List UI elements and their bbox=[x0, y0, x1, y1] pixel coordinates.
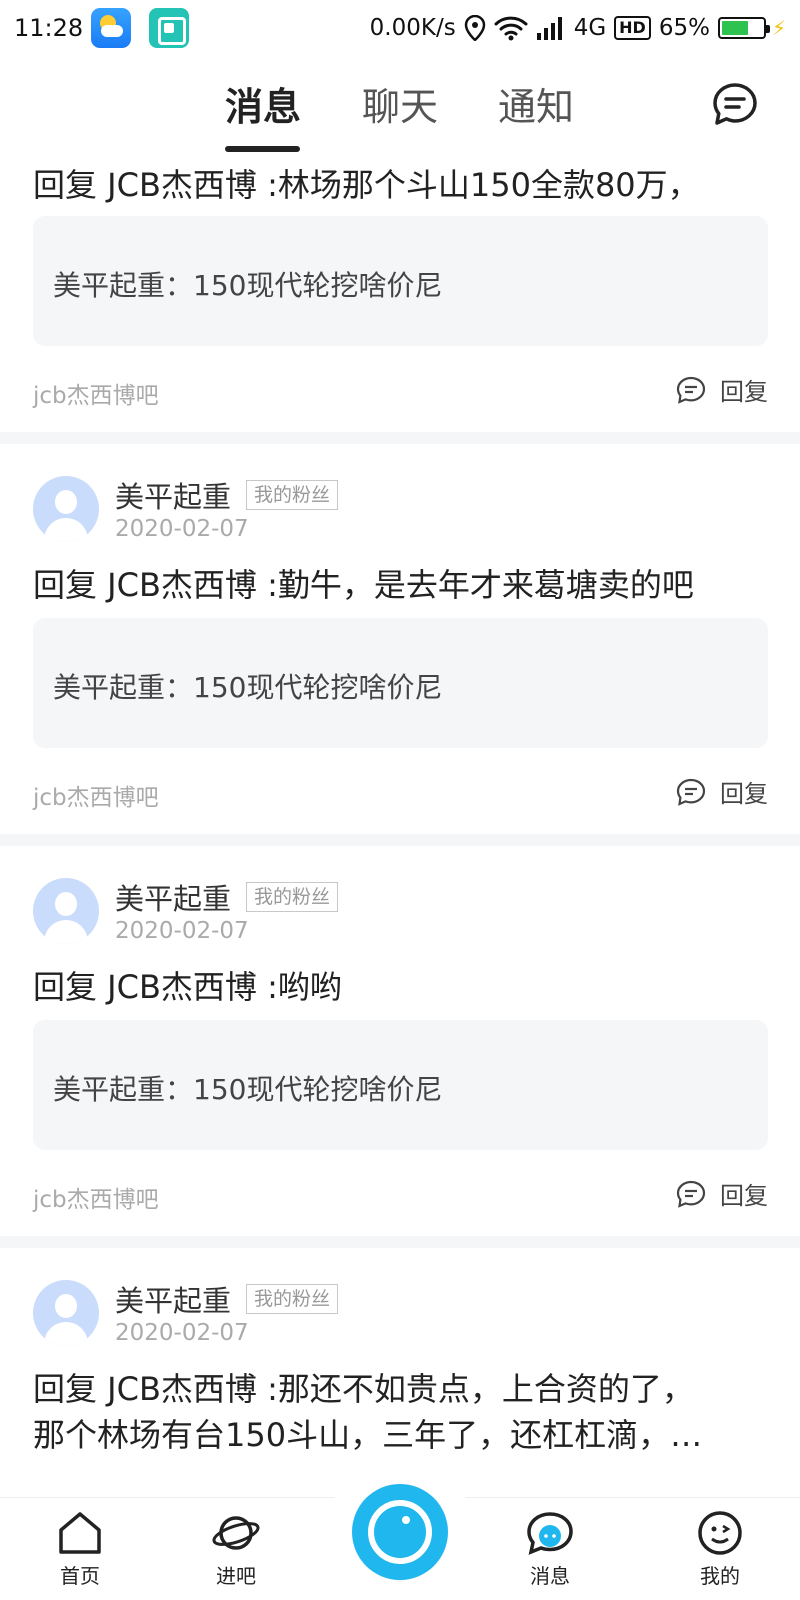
fan-badge: 我的粉丝 bbox=[246, 1284, 339, 1314]
quoted-post[interactable]: 美平起重：150现代轮挖啥价尼 bbox=[33, 216, 768, 346]
scan-app-icon bbox=[149, 8, 190, 48]
quoted-text: 美平起重：150现代轮挖啥价尼 bbox=[53, 671, 443, 704]
reply-button[interactable]: 回复 bbox=[676, 774, 768, 809]
reply-text: 回复 JCB杰西博 :林场那个斗山150全款80万， bbox=[33, 166, 700, 204]
nav-profile[interactable]: 我的 bbox=[670, 1510, 770, 1589]
comment-icon bbox=[676, 1180, 706, 1208]
forum-name[interactable]: jcb杰西博吧 bbox=[33, 376, 159, 410]
reply-card[interactable]: 回复 JCB杰西博 :林场那个斗山150全款80万， 美平起重：150现代轮挖啥… bbox=[0, 152, 800, 432]
reply-text: 回复 JCB杰西博 :哟哟 bbox=[33, 968, 342, 1006]
message-feed[interactable]: 回复 JCB杰西博 :林场那个斗山150全款80万， 美平起重：150现代轮挖啥… bbox=[0, 152, 800, 1497]
wink-face-icon bbox=[698, 1511, 742, 1555]
user-name[interactable]: 美平起重 bbox=[115, 876, 231, 918]
reply-label: 回复 bbox=[720, 1182, 768, 1210]
bottom-nav: 首页 进吧 消息 我的 bbox=[0, 1476, 800, 1600]
forum-name[interactable]: jcb杰西博吧 bbox=[33, 778, 159, 812]
fan-badge: 我的粉丝 bbox=[246, 882, 339, 912]
network-speed: 0.00K/s bbox=[369, 15, 456, 41]
reply-text-line-1: 回复 JCB杰西博 :那还不如贵点，上合资的了， bbox=[33, 1370, 694, 1408]
signal-icon bbox=[536, 17, 562, 40]
quoted-post[interactable]: 美平起重：150现代轮挖啥价尼 bbox=[33, 618, 768, 748]
charging-icon: ⚡ bbox=[771, 16, 786, 40]
planet-icon bbox=[212, 1516, 260, 1550]
tab-messages[interactable]: 消息 bbox=[225, 76, 301, 131]
reply-text: 回复 JCB杰西博 :勤牛，是去年才来葛塘卖的吧 bbox=[33, 566, 694, 604]
tab-notifications[interactable]: 通知 bbox=[498, 76, 574, 131]
network-type: 4G bbox=[573, 15, 607, 41]
reply-button[interactable]: 回复 bbox=[676, 1176, 768, 1211]
status-time: 11:28 bbox=[14, 14, 84, 42]
user-row[interactable]: 美平起重 我的粉丝 2020-02-07 bbox=[33, 474, 733, 544]
post-date: 2020-02-07 bbox=[115, 1320, 249, 1346]
quoted-text: 美平起重：150现代轮挖啥价尼 bbox=[53, 1073, 443, 1106]
chat-compose-icon[interactable] bbox=[712, 82, 758, 126]
comment-icon bbox=[676, 376, 706, 404]
fan-badge: 我的粉丝 bbox=[246, 480, 339, 510]
message-bubble-icon bbox=[527, 1512, 573, 1555]
battery-icon bbox=[717, 17, 770, 39]
reply-label: 回复 bbox=[720, 780, 768, 808]
quoted-post[interactable]: 美平起重：150现代轮挖啥价尼 bbox=[33, 1020, 768, 1150]
nav-home[interactable]: 首页 bbox=[30, 1510, 130, 1589]
user-row[interactable]: 美平起重 我的粉丝 2020-02-07 bbox=[33, 876, 733, 946]
reply-card[interactable]: 美平起重 我的粉丝 2020-02-07 回复 JCB杰西博 :那还不如贵点，上… bbox=[0, 1248, 800, 1497]
avatar[interactable] bbox=[33, 1280, 99, 1346]
forum-name[interactable]: jcb杰西博吧 bbox=[33, 1180, 159, 1214]
avatar[interactable] bbox=[33, 476, 99, 542]
status-indicators: 0.00K/s 4G HD 65% ⚡ bbox=[370, 15, 786, 41]
reply-text-line-2: 那个林场有台150斗山，三年了，还杠杠滴，… bbox=[33, 1416, 703, 1454]
wifi-icon bbox=[494, 16, 528, 41]
tab-chat[interactable]: 聊天 bbox=[362, 76, 438, 131]
user-name[interactable]: 美平起重 bbox=[115, 474, 231, 516]
status-bar: 11:28 0.00K/s 4G HD 65% ⚡ bbox=[0, 0, 800, 56]
user-row[interactable]: 美平起重 我的粉丝 2020-02-07 bbox=[33, 1278, 733, 1348]
home-icon bbox=[59, 1512, 101, 1554]
nav-forums-label: 进吧 bbox=[216, 1564, 256, 1588]
camera-lens-icon[interactable] bbox=[352, 1484, 448, 1580]
reply-card[interactable]: 美平起重 我的粉丝 2020-02-07 回复 JCB杰西博 :勤牛，是去年才来… bbox=[0, 444, 800, 834]
battery-percent: 65% bbox=[658, 15, 710, 41]
user-name[interactable]: 美平起重 bbox=[115, 1278, 231, 1320]
nav-forums[interactable]: 进吧 bbox=[186, 1510, 286, 1589]
avatar[interactable] bbox=[33, 878, 99, 944]
hd-badge: HD bbox=[614, 16, 651, 40]
nav-messages[interactable]: 消息 bbox=[500, 1510, 600, 1589]
nav-profile-label: 我的 bbox=[700, 1564, 740, 1588]
reply-label: 回复 bbox=[720, 378, 768, 406]
nav-messages-label: 消息 bbox=[530, 1564, 570, 1588]
post-date: 2020-02-07 bbox=[115, 516, 249, 542]
nav-home-label: 首页 bbox=[60, 1564, 100, 1588]
reply-card[interactable]: 美平起重 我的粉丝 2020-02-07 回复 JCB杰西博 :哟哟 美平起重：… bbox=[0, 846, 800, 1236]
weather-app-icon bbox=[91, 8, 132, 48]
reply-button[interactable]: 回复 bbox=[676, 372, 768, 407]
location-icon bbox=[464, 15, 485, 41]
top-tab-bar: 消息 聊天 通知 bbox=[0, 56, 800, 152]
quoted-text: 美平起重：150现代轮挖啥价尼 bbox=[53, 269, 443, 302]
comment-icon bbox=[676, 778, 706, 806]
post-date: 2020-02-07 bbox=[115, 918, 249, 944]
